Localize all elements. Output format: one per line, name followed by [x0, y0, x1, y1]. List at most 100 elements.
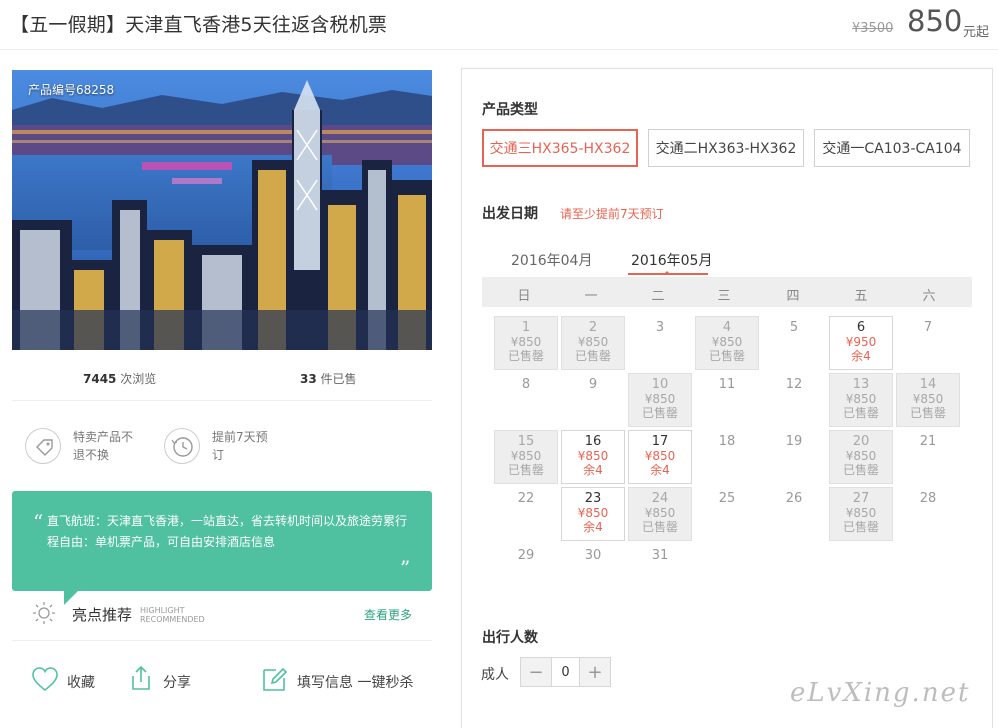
- original-price: ¥3500: [852, 21, 894, 36]
- calendar-day-17[interactable]: 17 ¥850 余4: [628, 430, 692, 484]
- day-number: 29: [517, 548, 535, 563]
- edit-icon[interactable]: [261, 665, 289, 697]
- day-price: ¥850: [510, 449, 542, 463]
- highlight-english-line2: RECOMMENDED: [140, 615, 205, 624]
- day-price: ¥950: [845, 335, 877, 349]
- day-number: 28: [919, 491, 937, 506]
- calendar-day-24: 24 ¥850 已售罄: [628, 487, 692, 541]
- day-remaining: 余4: [851, 349, 871, 363]
- day-sold-out: 已售罄: [708, 349, 745, 363]
- day-number: 20: [852, 434, 870, 449]
- calendar-day-11: 11: [695, 373, 759, 427]
- day-price: ¥850: [912, 392, 944, 406]
- day-sold-out: 已售罄: [842, 406, 879, 420]
- travellers-label: 出行人数: [482, 630, 538, 646]
- page-header: 【五一假期】天津直飞香港5天往返含税机票 ¥3500 850 元起: [0, 0, 998, 50]
- heart-icon[interactable]: [31, 666, 59, 696]
- calendar-day-13: 13 ¥850 已售罄: [829, 373, 893, 427]
- increment-button[interactable]: +: [580, 658, 610, 686]
- day-price: ¥850: [845, 506, 877, 520]
- day-sold-out: 已售罄: [842, 463, 879, 477]
- day-price: ¥850: [577, 449, 609, 463]
- day-price: ¥850: [510, 335, 542, 349]
- decrement-button[interactable]: −: [521, 658, 551, 686]
- day-sold-out: 已售罄: [641, 406, 678, 420]
- day-number: 26: [785, 491, 803, 506]
- weekday-sun: 日: [517, 289, 531, 304]
- views-stat: 7445 次浏览: [83, 370, 156, 387]
- weekday-wed: 三: [717, 289, 731, 304]
- day-number: 19: [785, 434, 803, 449]
- day-sold-out: 已售罄: [507, 463, 544, 477]
- type-option-hx365[interactable]: 交通三HX365-HX362: [482, 129, 638, 167]
- calendar-day-4: 4 ¥850 已售罄: [695, 316, 759, 370]
- calendar-day-21: 21: [896, 430, 960, 484]
- weekday-sat: 六: [922, 289, 936, 304]
- calendar-day-3: 3: [628, 316, 692, 370]
- calendar-day-10: 10 ¥850 已售罄: [628, 373, 692, 427]
- day-number: 10: [651, 377, 669, 392]
- adult-label: 成人: [481, 667, 509, 683]
- departure-date-label: 出发日期: [482, 206, 538, 222]
- sun-icon: [31, 600, 57, 626]
- calendar-day-5: 5: [762, 316, 826, 370]
- day-price: ¥850: [845, 392, 877, 406]
- day-price: ¥850: [644, 449, 676, 463]
- day-number: 22: [517, 491, 535, 506]
- open-quote-mark: “: [33, 510, 44, 534]
- day-number: 9: [588, 377, 598, 392]
- adult-count-value[interactable]: 0: [551, 658, 580, 686]
- calendar-day-9: 9: [561, 373, 625, 427]
- calendar-day-2: 2 ¥850 已售罄: [561, 316, 625, 370]
- calendar-day-12: 12: [762, 373, 826, 427]
- weekday-tue: 二: [651, 289, 665, 304]
- product-photo: [12, 70, 432, 350]
- close-quote-mark: ”: [400, 556, 411, 580]
- fill-info-flash-sale-button[interactable]: 填写信息 一键秒杀: [297, 672, 413, 692]
- weekday-fri: 五: [854, 289, 868, 304]
- day-sold-out: 已售罄: [641, 520, 678, 534]
- sold-count: 33: [300, 372, 317, 386]
- views-label: 次浏览: [120, 372, 157, 386]
- tab-month-may[interactable]: 2016年05月: [631, 250, 712, 270]
- calendar-day-14: 14 ¥850 已售罄: [896, 373, 960, 427]
- advance-booking-notice: 请至少提前7天预订: [560, 207, 664, 221]
- tab-month-april[interactable]: 2016年04月: [511, 250, 592, 270]
- day-price: ¥850: [711, 335, 743, 349]
- day-price: ¥850: [644, 506, 676, 520]
- hong-kong-skyline-image: [12, 70, 432, 350]
- product-code: 产品编号68258: [28, 83, 115, 97]
- day-number: 11: [718, 377, 736, 392]
- day-sold-out: 已售罄: [574, 349, 611, 363]
- day-number: 3: [655, 320, 665, 335]
- calendar-day-8: 8: [494, 373, 558, 427]
- tag-icon: [25, 428, 61, 464]
- calendar-day-16[interactable]: 16 ¥850 余4: [561, 430, 625, 484]
- calendar-day-1: 1 ¥850 已售罄: [494, 316, 558, 370]
- calendar-day-7: 7: [896, 316, 960, 370]
- day-price: ¥850: [577, 506, 609, 520]
- share-icon[interactable]: [128, 664, 154, 696]
- day-number: 2: [588, 320, 598, 335]
- price-unit: 元起: [963, 25, 990, 40]
- day-number: 4: [722, 320, 732, 335]
- type-option-hx363[interactable]: 交通二HX363-HX362: [648, 129, 804, 167]
- day-number: 5: [789, 320, 799, 335]
- share-button[interactable]: 分享: [163, 672, 191, 692]
- calendar-day-6[interactable]: 6 ¥950 余4: [829, 316, 893, 370]
- see-more-link[interactable]: 查看更多: [364, 606, 412, 623]
- day-number: 14: [919, 377, 937, 392]
- type-option-ca103[interactable]: 交通一CA103-CA104: [814, 129, 970, 167]
- day-number: 13: [852, 377, 870, 392]
- day-number: 8: [521, 377, 531, 392]
- highlight-title: 亮点推荐: [72, 606, 133, 624]
- day-number: 1: [521, 320, 531, 335]
- calendar-day-19: 19: [762, 430, 826, 484]
- favorite-button[interactable]: 收藏: [67, 672, 95, 692]
- product-stats: 7445 次浏览 33 件已售: [12, 356, 432, 401]
- day-price: ¥850: [577, 335, 609, 349]
- weekday-mon: 一: [584, 289, 598, 304]
- day-number: 6: [856, 320, 866, 335]
- adult-quantity-stepper: − 0 +: [520, 657, 611, 687]
- calendar-day-23[interactable]: 23 ¥850 余4: [561, 487, 625, 541]
